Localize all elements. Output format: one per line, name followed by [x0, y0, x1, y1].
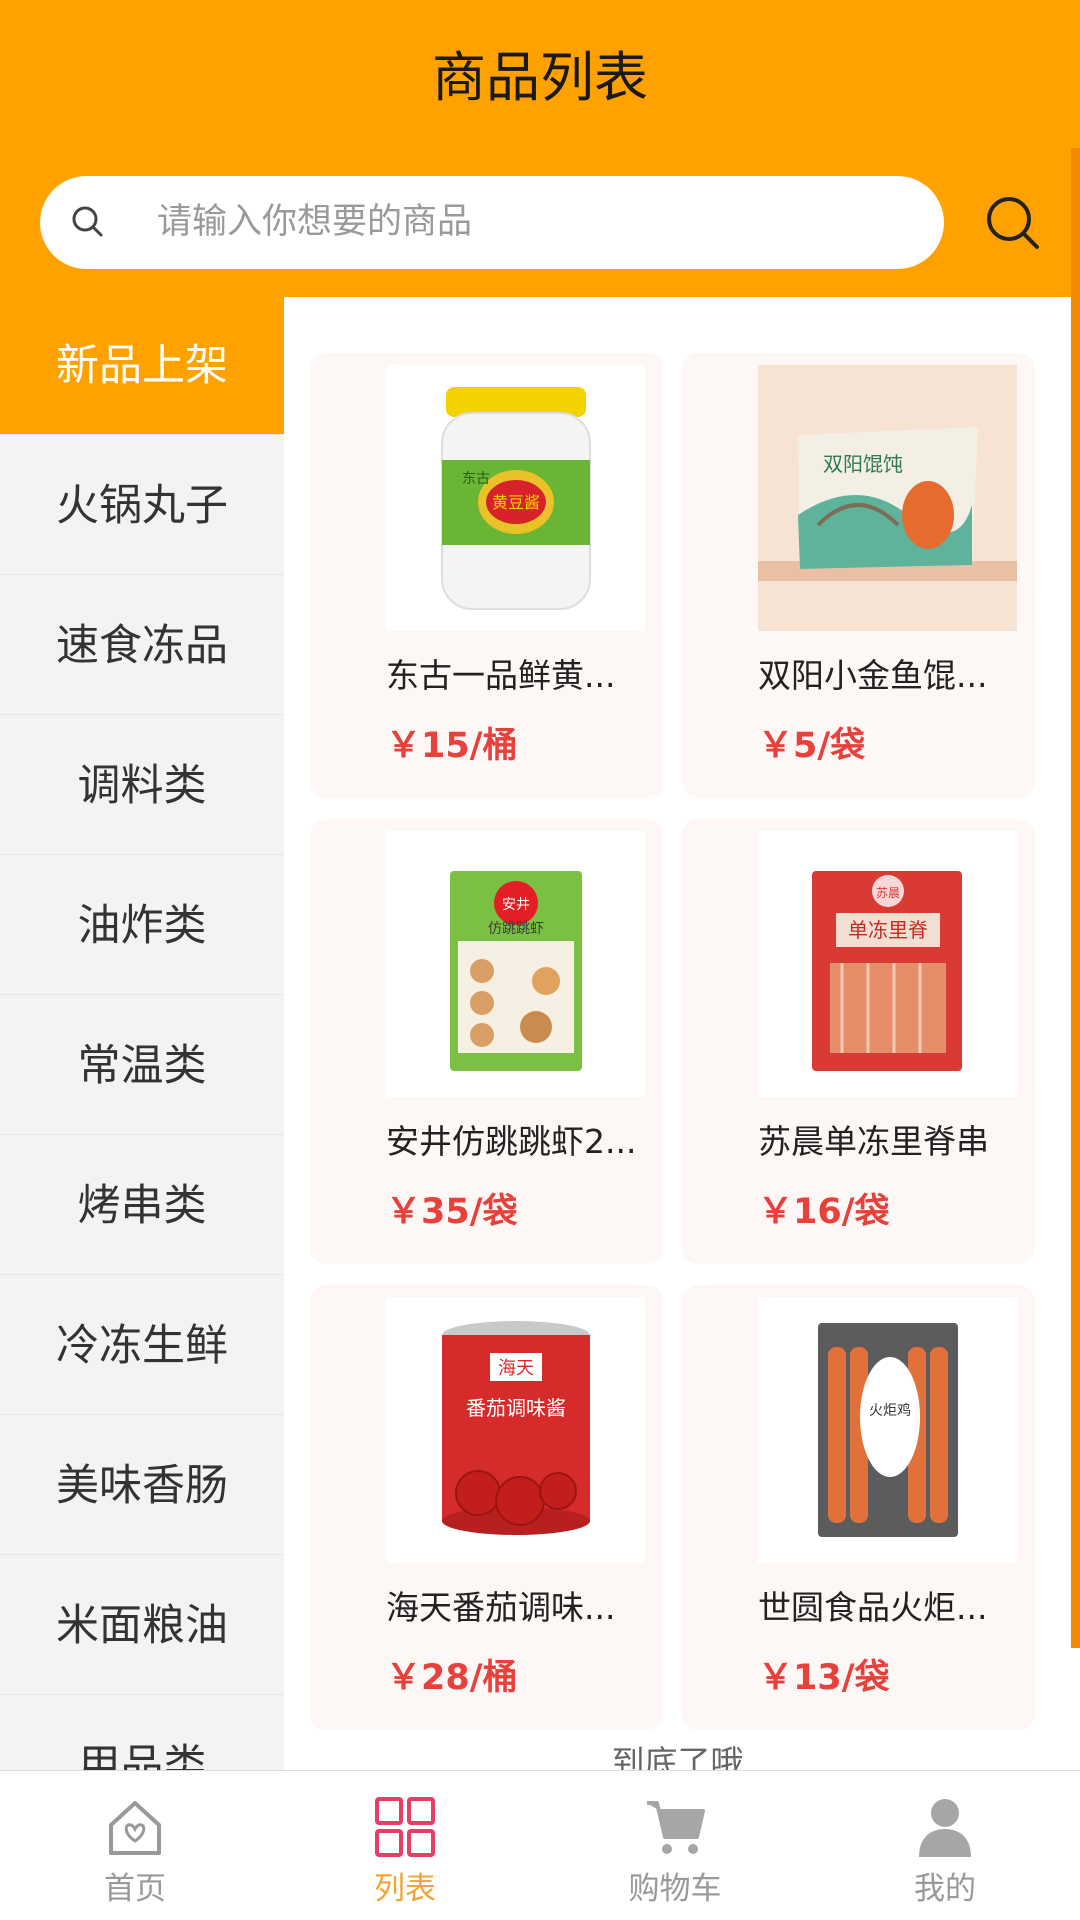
tab-cart[interactable]: 购物车: [540, 1771, 810, 1920]
product-card[interactable]: 火炬鸡 世圆食品火炬... ￥13/袋: [682, 1285, 1035, 1730]
product-name: 世圆食品火炬...: [758, 1588, 988, 1627]
tab-list[interactable]: 列表: [270, 1771, 540, 1920]
product-image-brand: 苏晨: [876, 886, 900, 900]
cart-icon: [647, 1801, 705, 1854]
product-image: 苏晨 单冻里脊: [758, 831, 1017, 1097]
home-icon: [109, 1801, 161, 1855]
page-title: 商品列表: [432, 46, 648, 109]
product-image-brand: 海天: [498, 1358, 534, 1379]
product-image: 火炬鸡: [758, 1297, 1017, 1563]
sidebar-item-sausage[interactable]: 美味香肠: [0, 1417, 284, 1555]
product-price: ￥28/桶: [386, 1658, 518, 1698]
product-name: 东古一品鲜黄...: [386, 656, 616, 695]
sidebar-item-seasoning[interactable]: 调料类: [0, 717, 284, 855]
sidebar-item-fried[interactable]: 油炸类: [0, 857, 284, 995]
product-price: ￥15/桶: [386, 726, 518, 766]
product-card[interactable]: 海天 番茄调味酱 海天番茄调味... ￥28/桶: [310, 1285, 663, 1730]
sidebar-item-hotpot-balls[interactable]: 火锅丸子: [0, 437, 284, 575]
product-price: ￥13/袋: [758, 1658, 890, 1698]
product-list: 黄豆酱 东古 东古一品鲜黄... ￥15/桶 双阳馄饨 双阳小金鱼馄... ￥5…: [284, 297, 1071, 1770]
sidebar-item-supplies[interactable]: 用品类: [0, 1697, 284, 1770]
product-name: 苏晨单冻里脊串: [758, 1122, 989, 1161]
product-name: 安井仿跳跳虾2...: [386, 1122, 637, 1161]
tab-cart-label: 购物车: [628, 1871, 722, 1907]
search-input[interactable]: 请输入你想要的商品: [40, 176, 944, 269]
product-image-label: 番茄调味酱: [466, 1396, 566, 1420]
product-image-label: 双阳馄饨: [823, 452, 903, 476]
sidebar-item-grain-oil[interactable]: 米面粮油: [0, 1557, 284, 1695]
product-card[interactable]: 苏晨 单冻里脊 苏晨单冻里脊串 ￥16/袋: [682, 819, 1035, 1264]
product-image-brand: 东古: [462, 471, 490, 487]
scrollbar[interactable]: [1071, 148, 1080, 1648]
user-icon: [919, 1799, 971, 1857]
product-price: ￥5/袋: [758, 726, 866, 766]
product-image: 海天 番茄调味酱: [386, 1297, 645, 1563]
search-placeholder: 请输入你想要的商品: [157, 202, 473, 242]
product-image-label: 仿跳跳虾: [488, 921, 544, 937]
product-card[interactable]: 仿跳跳虾 安井 安井仿跳跳虾2... ￥35/袋: [310, 819, 663, 1264]
search-button[interactable]: [982, 192, 1044, 254]
tab-list-label: 列表: [374, 1871, 436, 1907]
product-name: 海天番茄调味...: [386, 1588, 616, 1627]
product-name: 双阳小金鱼馄...: [758, 656, 988, 695]
tab-mine[interactable]: 我的: [810, 1771, 1080, 1920]
product-card[interactable]: 双阳馄饨 双阳小金鱼馄... ￥5/袋: [682, 353, 1035, 798]
product-image-label: 火炬鸡: [869, 1402, 911, 1419]
sidebar-item-new[interactable]: 新品上架: [0, 297, 284, 435]
category-sidebar: 新品上架 火锅丸子 速食冻品 调料类 油炸类 常温类 烤串类 冷冻生鲜 美味香肠…: [0, 297, 284, 1770]
sidebar-item-skewers[interactable]: 烤串类: [0, 1137, 284, 1275]
product-image-brand: 安井: [502, 897, 530, 913]
header-bar: 商品列表 请输入你想要的商品: [0, 0, 1080, 297]
search-icon: [72, 206, 103, 237]
tab-mine-label: 我的: [914, 1871, 976, 1907]
tab-home-label: 首页: [104, 1871, 166, 1907]
product-card[interactable]: 黄豆酱 东古 东古一品鲜黄... ￥15/桶: [310, 353, 663, 798]
product-image: 黄豆酱 东古: [386, 365, 645, 631]
sidebar-item-room-temp[interactable]: 常温类: [0, 997, 284, 1135]
grid-icon: [375, 1797, 435, 1857]
product-price: ￥16/袋: [758, 1192, 890, 1232]
product-image: 仿跳跳虾 安井: [386, 831, 645, 1097]
product-price: ￥35/袋: [386, 1192, 518, 1232]
bottom-tab-bar: 首页 列表 购物车 我的: [0, 1770, 1080, 1920]
tab-home[interactable]: 首页: [0, 1771, 270, 1920]
product-image: 双阳馄饨: [758, 365, 1017, 631]
sidebar-item-quick-frozen[interactable]: 速食冻品: [0, 577, 284, 715]
sidebar-item-frozen-fresh[interactable]: 冷冻生鲜: [0, 1277, 284, 1415]
product-image-label: 单冻里脊: [848, 918, 928, 942]
product-image-label: 黄豆酱: [492, 493, 540, 512]
